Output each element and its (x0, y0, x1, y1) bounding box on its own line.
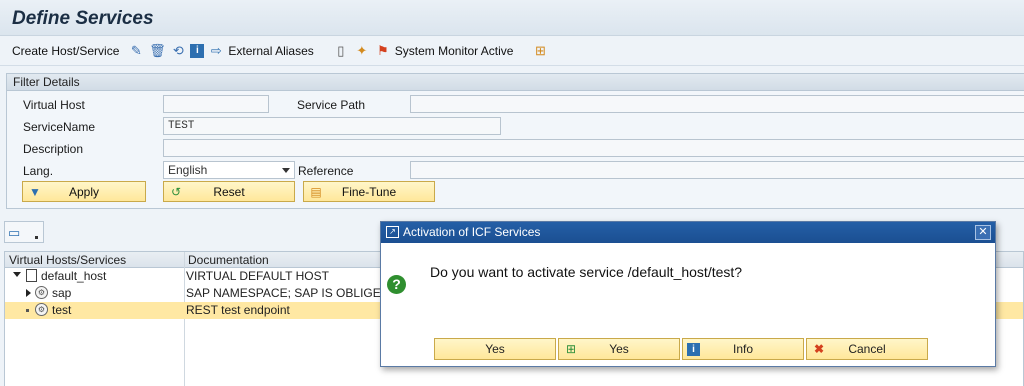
language-label: Lang. (23, 164, 54, 178)
virtual-host-input[interactable] (163, 95, 269, 113)
service-name-input[interactable]: TEST (163, 117, 501, 135)
cancel-button[interactable]: ✖ Cancel (806, 338, 928, 360)
tree-row-name: default_host (41, 269, 107, 283)
host-icon (26, 269, 37, 282)
document-icon[interactable]: ▯ (332, 42, 350, 60)
title-bar: Define Services (0, 0, 1024, 36)
filter-icon: ▼ (29, 184, 41, 199)
reference-input[interactable] (410, 161, 1024, 179)
service-path-input[interactable] (410, 95, 1024, 113)
language-select[interactable]: English (163, 161, 295, 179)
yes-with-tree-button[interactable]: ⊞ Yes (558, 338, 680, 360)
close-icon[interactable]: ✕ (975, 225, 991, 240)
tree-row-doc: SAP NAMESPACE; SAP IS OBLIGED NO (186, 286, 411, 300)
print-icon[interactable]: ▭ (8, 225, 28, 240)
fine-tune-button-label: Fine-Tune (341, 184, 397, 199)
system-monitor-active-button[interactable]: System Monitor Active (395, 44, 514, 58)
language-select-value: English (168, 163, 208, 177)
application-toolbar: Create Host/Service ✎ 🗑 ⟲ i ⇨ External A… (0, 36, 1024, 66)
yes-button[interactable]: Yes (434, 338, 556, 360)
reset-button[interactable]: ↺ Reset (163, 181, 295, 202)
virtual-host-label: Virtual Host (23, 98, 85, 112)
fine-tune-icon: ▤ (310, 184, 322, 199)
info-icon[interactable]: i (190, 43, 205, 58)
page-title: Define Services (12, 8, 154, 29)
service-node-icon: ⚙ (35, 303, 48, 316)
tree-row-doc: VIRTUAL DEFAULT HOST (186, 269, 329, 283)
magic-wand-icon[interactable]: ✦ (353, 42, 371, 60)
tree-row-name: sap (52, 286, 72, 300)
leaf-dot-icon (26, 309, 29, 312)
create-host-service-button[interactable]: Create Host/Service (12, 44, 119, 58)
info-button[interactable]: i Info (682, 338, 804, 360)
cancel-icon: ✖ (813, 342, 825, 356)
apply-button[interactable]: ▼ Apply (22, 181, 146, 202)
service-node-icon: ⚙ (35, 286, 48, 299)
reset-button-label: Reset (213, 184, 245, 199)
service-path-label: Service Path (297, 98, 366, 112)
expand-right-icon[interactable] (26, 289, 31, 297)
dialog-message: Do you want to activate service /default… (430, 264, 743, 280)
reference-label: Reference (298, 164, 354, 178)
description-input[interactable] (163, 139, 1024, 157)
yes-with-tree-button-label: Yes (609, 342, 629, 356)
cancel-button-label: Cancel (848, 342, 886, 356)
fine-tune-button[interactable]: ▤ Fine-Tune (303, 181, 435, 202)
tree-row-doc: REST test endpoint (186, 303, 290, 317)
column-header-services[interactable]: Virtual Hosts/Services (9, 253, 126, 267)
rename-icon[interactable]: ⟲ (169, 42, 187, 60)
filter-details-heading: Filter Details (7, 74, 1024, 91)
delete-icon[interactable]: 🗑 (148, 42, 166, 60)
tree-add-icon: ⊞ (565, 342, 577, 356)
question-icon: ? (387, 275, 406, 294)
flag-icon[interactable]: ⚑ (374, 42, 392, 60)
dialog-window-icon: ↗ (386, 226, 399, 238)
expand-down-icon[interactable] (13, 272, 21, 277)
description-label: Description (23, 142, 84, 156)
dropdown-icon[interactable] (35, 236, 38, 239)
filter-details-panel: Filter Details Virtual Host Service Path… (6, 73, 1024, 209)
external-aliases-button[interactable]: External Aliases (228, 44, 313, 58)
reset-filter-icon: ↺ (170, 184, 182, 199)
info-button-label: Info (732, 342, 753, 356)
hierarchy-icon[interactable]: ⊞ (531, 42, 549, 60)
dialog-title-bar[interactable]: ↗ Activation of ICF Services ✕ (381, 222, 995, 243)
apply-button-label: Apply (68, 184, 100, 199)
column-header-documentation[interactable]: Documentation (188, 253, 269, 267)
info-icon: i (687, 343, 700, 356)
service-name-label: ServiceName (23, 120, 96, 134)
chevron-down-icon[interactable] (282, 168, 290, 173)
arrow-right-icon[interactable]: ⇨ (207, 42, 225, 60)
tree-toolbar[interactable]: ▭ (4, 221, 44, 243)
dialog-title: Activation of ICF Services (403, 225, 541, 239)
activation-dialog: ↗ Activation of ICF Services ✕ ? Do you … (380, 221, 996, 367)
yes-button-label: Yes (485, 342, 505, 356)
edit-icon[interactable]: ✎ (127, 42, 145, 60)
tree-row-name: test (52, 303, 72, 317)
